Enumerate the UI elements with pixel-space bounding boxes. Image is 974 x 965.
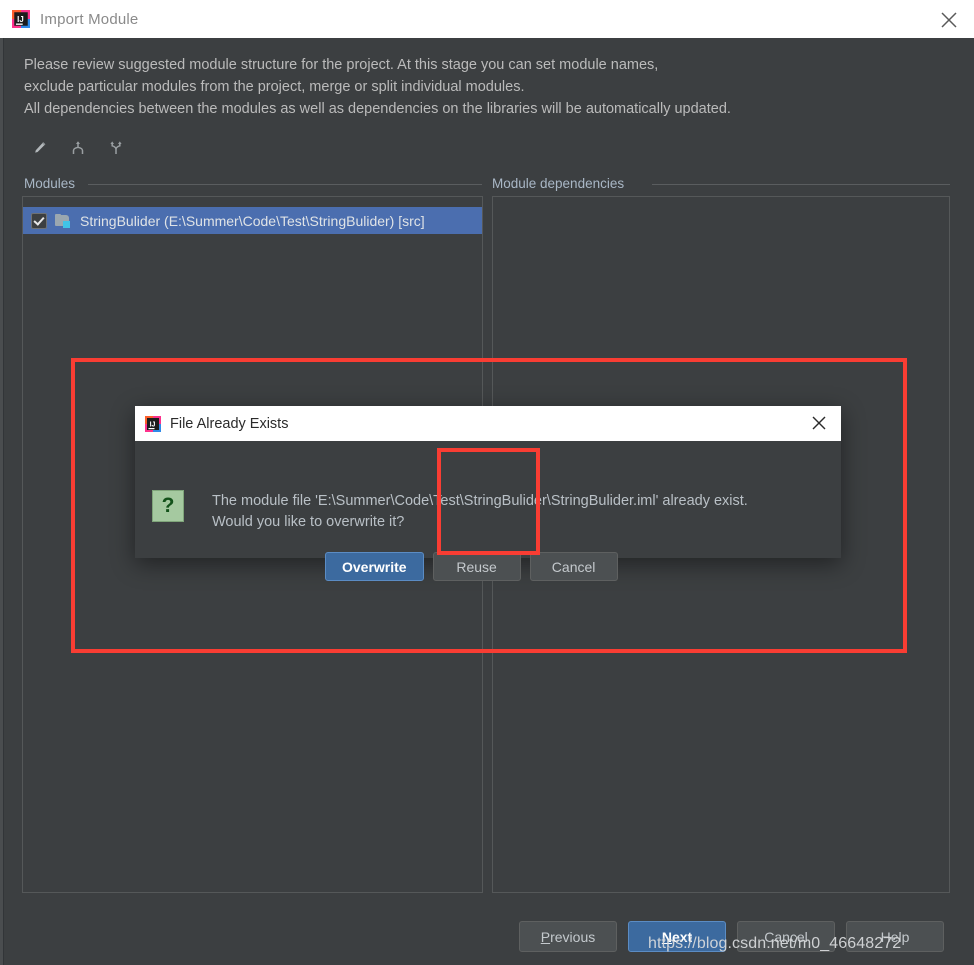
dialog-body: ? The module file 'E:\Summer\Code\Test\S… (135, 441, 841, 581)
reuse-button[interactable]: Reuse (432, 552, 521, 581)
dialog-message-line-1: The module file 'E:\Summer\Code\Test\Str… (212, 493, 748, 509)
description-line-1: Please review suggested module structure… (24, 57, 659, 73)
overwrite-button[interactable]: Overwrite (325, 552, 424, 581)
module-folder-icon (55, 213, 71, 228)
window-title-bar: IJ Import Module (0, 0, 974, 38)
description-line-3: All dependencies between the modules as … (24, 101, 731, 117)
dependencies-section-rule (652, 184, 950, 185)
description-text: Please review suggested module structure… (24, 54, 924, 120)
previous-button[interactable]: Previous (519, 921, 617, 952)
previous-mnemonic: P (540, 928, 551, 945)
question-icon: ? (152, 490, 184, 522)
description-line-2: exclude particular modules from the proj… (24, 79, 525, 95)
split-module-icon[interactable] (104, 136, 128, 160)
edit-pencil-icon[interactable] (28, 136, 52, 160)
intellij-idea-icon: IJ (12, 10, 30, 28)
close-icon[interactable] (938, 9, 960, 31)
svg-text:IJ: IJ (17, 15, 24, 24)
dialog-message: The module file 'E:\Summer\Code\Test\Str… (212, 491, 748, 533)
watermark-text: https://blog.csdn.net/m0_46648272 (648, 935, 902, 952)
modules-section-label: Modules (24, 176, 84, 191)
module-list-item[interactable]: StringBulider (E:\Summer\Code\Test\Strin… (23, 207, 482, 234)
dialog-title-bar: IJ File Already Exists (135, 406, 841, 441)
dialog-title: File Already Exists (170, 415, 289, 432)
file-already-exists-dialog: IJ File Already Exists ? The module file… (135, 406, 841, 581)
dependencies-section-label: Module dependencies (492, 176, 633, 191)
window-title: Import Module (40, 10, 139, 28)
close-icon[interactable] (809, 413, 829, 433)
dialog-message-line-2: Would you like to overwrite it? (212, 514, 405, 530)
intellij-idea-icon: IJ (145, 415, 161, 432)
dialog-cancel-button[interactable]: Cancel (529, 552, 618, 581)
import-module-window: IJ Import Module Please review suggested… (0, 0, 974, 965)
dialog-button-row: Overwrite Reuse Cancel (325, 552, 618, 581)
previous-label-rest: revious (550, 928, 596, 945)
module-list-item-label: StringBulider (E:\Summer\Code\Test\Strin… (80, 212, 425, 229)
window-left-edge-line (3, 38, 4, 965)
merge-modules-icon[interactable] (66, 136, 90, 160)
svg-text:IJ: IJ (150, 421, 156, 428)
module-toolbar (28, 136, 128, 160)
modules-section-rule (88, 184, 482, 185)
module-checkbox[interactable] (31, 212, 47, 229)
